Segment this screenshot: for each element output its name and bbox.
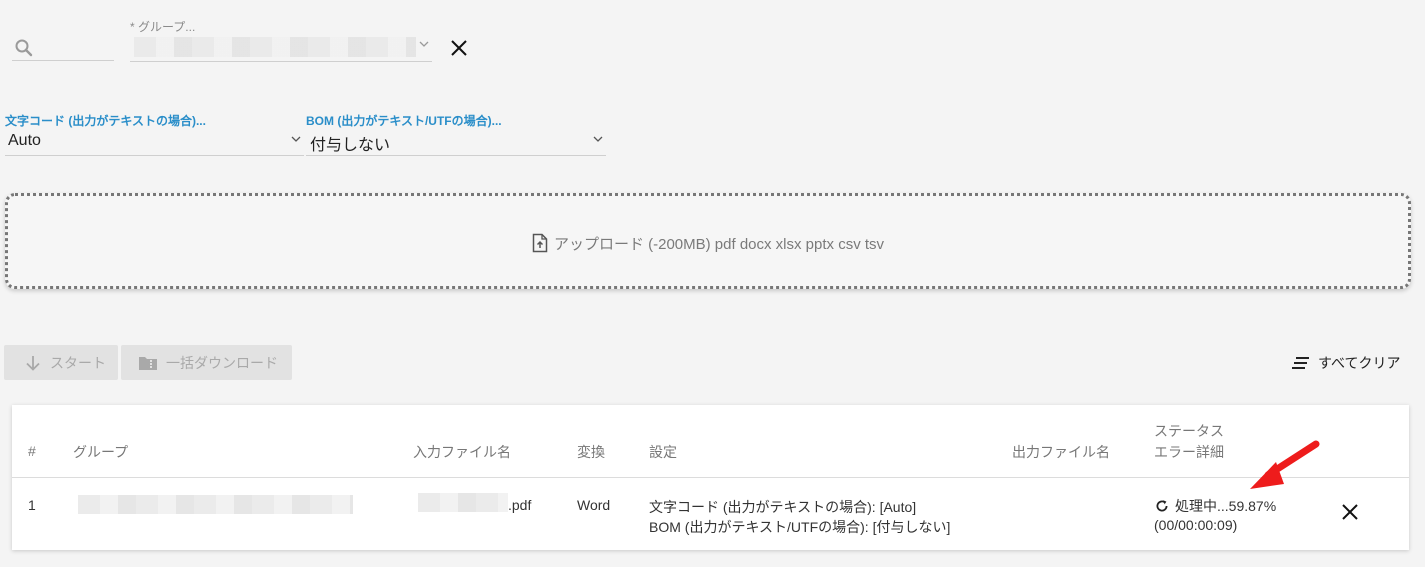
row-elapsed-time: (00/00:00:09) xyxy=(1154,517,1238,533)
arrow-down-icon xyxy=(24,354,42,372)
encoding-select-value: Auto xyxy=(8,132,41,149)
bom-select-value: 付与しない xyxy=(310,137,391,154)
search-icon xyxy=(14,38,34,63)
encoding-select[interactable]: Auto xyxy=(5,129,304,156)
close-icon xyxy=(1342,504,1358,520)
row-convert: Word xyxy=(577,497,611,513)
column-header-input-file: 入力ファイル名 xyxy=(413,444,511,460)
bom-select-label: BOM (出力がテキスト/UTFの場合)... xyxy=(306,114,502,128)
group-select[interactable] xyxy=(130,34,432,62)
row-remove-button[interactable] xyxy=(1340,502,1360,522)
zip-folder-icon xyxy=(138,354,158,372)
chevron-down-icon xyxy=(290,133,302,148)
column-header-output-file: 出力ファイル名 xyxy=(1012,444,1110,460)
refresh-spinner-icon xyxy=(1155,499,1169,513)
close-icon xyxy=(451,40,467,56)
row-index: 1 xyxy=(28,497,36,513)
bulk-download-label: 一括ダウンロード xyxy=(166,354,278,371)
column-header-status: ステータス xyxy=(1154,423,1224,439)
column-header-convert: 変換 xyxy=(577,444,605,460)
upload-text: アップロード (-200MB) pdf docx xlsx pptx csv t… xyxy=(553,236,885,253)
column-header-group: グループ xyxy=(73,444,129,460)
column-header-index: # xyxy=(28,443,36,459)
clear-all-label: すべてクリア xyxy=(1318,355,1401,371)
row-setting-bom: BOM (出力がテキスト/UTFの場合): [付与しない] xyxy=(649,519,951,535)
bom-select[interactable]: 付与しない xyxy=(306,129,606,156)
column-header-settings: 設定 xyxy=(649,444,677,460)
row-input-file-extension: .pdf xyxy=(508,497,532,513)
group-clear-button[interactable] xyxy=(449,38,469,58)
row-setting-encoding: 文字コード (出力がテキストの場合): [Auto] xyxy=(649,499,917,515)
clear-all-icon xyxy=(1292,356,1310,370)
row-group-redacted xyxy=(78,495,353,514)
search-field[interactable] xyxy=(12,28,114,61)
upload-prompt: アップロード (-200MB) pdf docx xlsx pptx csv t… xyxy=(8,233,1408,257)
clear-all-button[interactable]: すべてクリア xyxy=(1292,353,1400,373)
start-button[interactable]: スタート xyxy=(4,345,118,380)
chevron-down-icon xyxy=(592,133,604,148)
upload-dropzone[interactable]: アップロード (-200MB) pdf docx xlsx pptx csv t… xyxy=(5,193,1411,289)
annotation-arrow-icon xyxy=(1250,440,1320,489)
group-value-redacted xyxy=(134,37,416,57)
encoding-select-label: 文字コード (出力がテキストの場合)... xyxy=(5,114,206,128)
chevron-down-icon xyxy=(418,38,430,53)
jobs-table: # グループ 入力ファイル名 変換 設定 出力ファイル名 ステータス エラー詳細… xyxy=(12,405,1409,550)
group-select-label: * グループ... xyxy=(130,20,196,34)
row-status-text: 処理中...59.87% xyxy=(1175,498,1277,514)
row-input-file-redacted xyxy=(418,493,508,512)
bulk-download-button[interactable]: 一括ダウンロード xyxy=(121,345,292,380)
column-header-error: エラー詳細 xyxy=(1154,444,1224,460)
row-status: 処理中...59.87% xyxy=(1155,496,1276,516)
start-button-label: スタート xyxy=(50,354,106,371)
header-divider xyxy=(12,477,1409,478)
file-upload-icon xyxy=(532,233,548,257)
